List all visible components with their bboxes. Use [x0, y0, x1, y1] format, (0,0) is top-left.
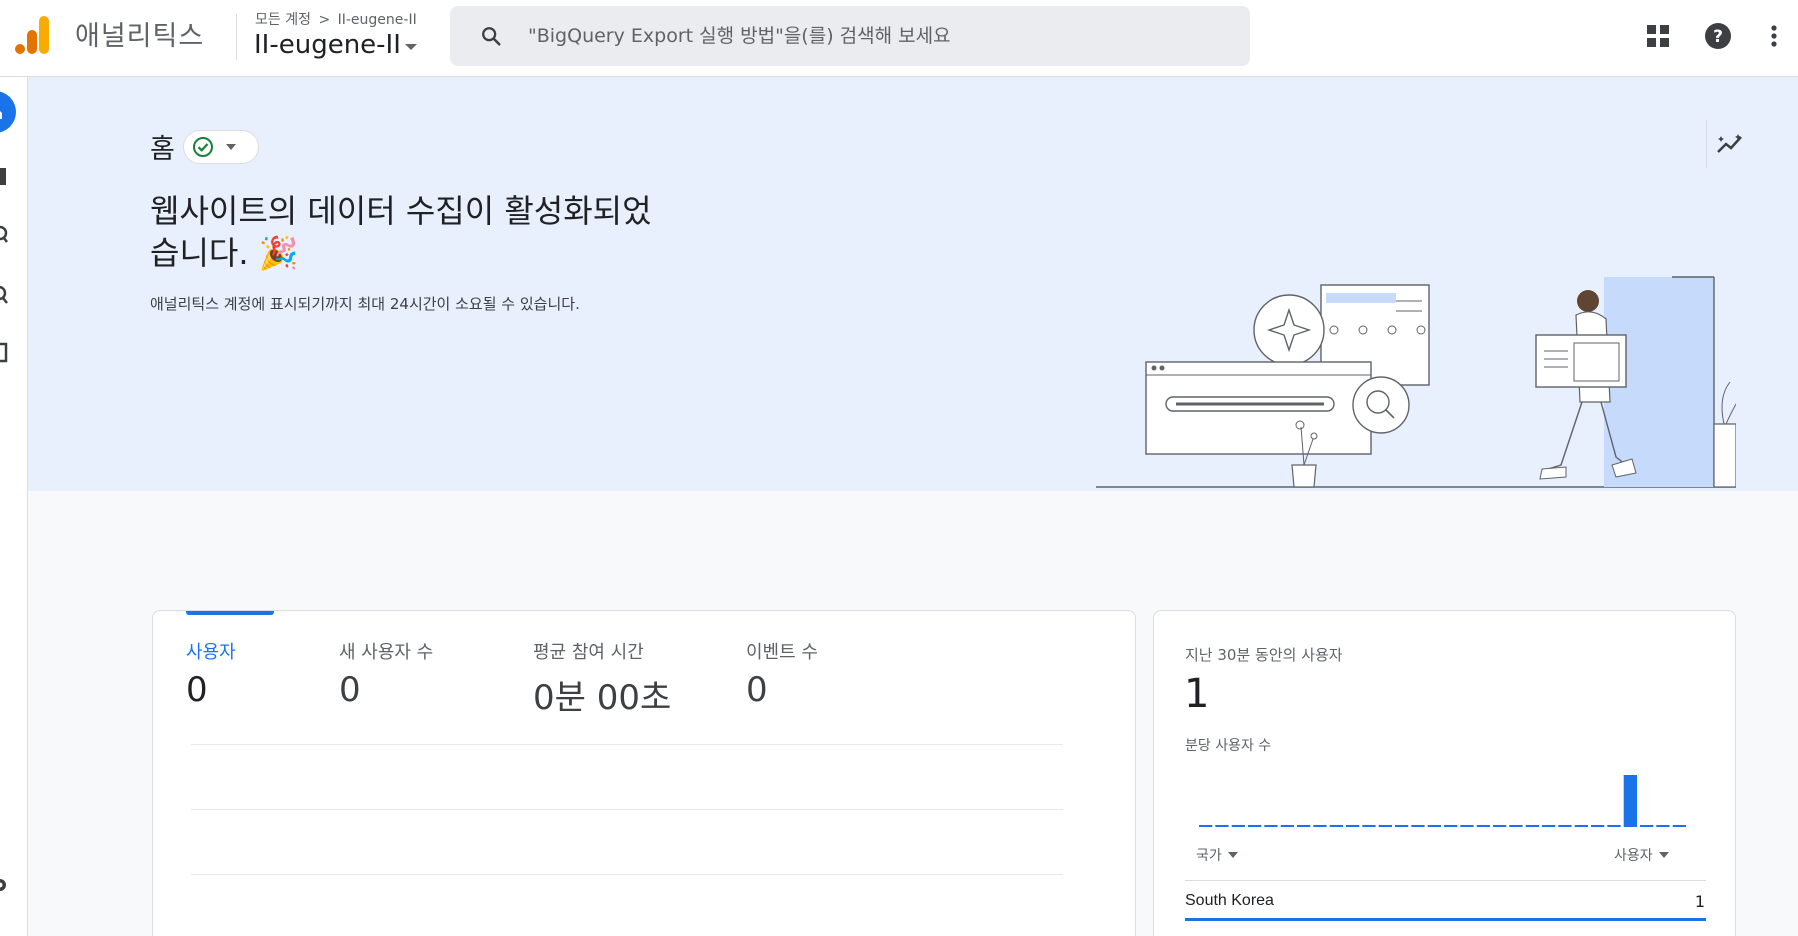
minute-bar — [1607, 825, 1621, 827]
table-divider — [1185, 880, 1706, 881]
table-row-users: 1 — [1694, 892, 1705, 911]
column-label: 사용자 — [1614, 848, 1653, 864]
collection-delay-notice: 애널리틱스 계정에 표시되기까지 최대 24시간이 소요될 수 있습니다. — [150, 295, 580, 313]
metric-value: 0 — [186, 670, 208, 710]
help-icon[interactable]: ? — [1702, 20, 1734, 52]
minute-bar — [1280, 825, 1294, 827]
minute-bar — [1640, 825, 1654, 827]
search-icon — [482, 27, 501, 46]
minute-bar — [1346, 825, 1360, 827]
realtime-card: 지난 30분 동안의 사용자 1 분당 사용자 수 국가 사용자 South K… — [1153, 610, 1736, 936]
metric-label: 새 사용자 수 — [339, 642, 434, 663]
users-per-minute-label: 분당 사용자 수 — [1185, 738, 1272, 754]
minute-bar — [1362, 825, 1376, 827]
advertising-icon[interactable] — [0, 282, 16, 308]
users-column-header[interactable]: 사용자 — [1614, 845, 1669, 865]
minute-bar — [1509, 825, 1523, 827]
minute-bar — [1460, 825, 1474, 827]
minute-bar — [1427, 825, 1441, 827]
top-app-bar: 애널리틱스 모든 계정 > II-eugene-II II-eugene-II … — [0, 0, 1798, 77]
sort-dropdown-icon — [1658, 852, 1669, 858]
table-row-share-bar — [1185, 918, 1706, 921]
minute-bar — [1199, 825, 1213, 827]
minute-bar — [1215, 825, 1229, 827]
collection-active-headline: 웹사이트의 데이터 수집이 활성화되었습니다. 🎉 — [150, 192, 652, 272]
check-circle-icon — [193, 137, 213, 157]
chart-gridline — [191, 874, 1063, 875]
page-title: 홈 — [150, 134, 175, 165]
search-bar[interactable] — [450, 6, 1250, 66]
minute-bar — [1395, 825, 1409, 827]
minute-bar — [1525, 825, 1539, 827]
minute-bar — [1591, 825, 1605, 827]
welcome-illustration — [1096, 276, 1736, 488]
metric-tab-new-users[interactable]: 새 사용자 수 0 — [339, 638, 433, 710]
minute-bar — [1329, 825, 1343, 827]
table-row-country: South Korea — [1185, 892, 1274, 909]
insights-sparkle-icon — [1716, 134, 1742, 153]
sort-dropdown-icon — [1227, 852, 1238, 858]
data-collection-status-chip[interactable] — [183, 130, 259, 164]
overview-card: 사용자 0 새 사용자 수 0 평균 참여 시간 0분 00초 이벤트 수 0 — [152, 610, 1136, 936]
header-divider — [236, 14, 237, 60]
left-nav-rail — [0, 77, 28, 936]
minute-bar — [1542, 825, 1556, 827]
minute-bar — [1378, 825, 1392, 827]
minute-bar — [1623, 775, 1637, 827]
admin-gear-icon[interactable] — [0, 872, 16, 898]
metric-label: 평균 참여 시간 — [533, 642, 644, 663]
selected-tab-indicator — [186, 611, 274, 615]
breadcrumb-root[interactable]: 모든 계정 — [255, 12, 311, 28]
metric-tab-avg-engagement-time[interactable]: 평균 참여 시간 0분 00초 — [533, 638, 671, 719]
metric-label: 사용자 — [186, 642, 236, 663]
apps-grid-icon[interactable] — [1642, 20, 1674, 52]
minute-bar — [1476, 825, 1490, 827]
metric-value: 0분 00초 — [533, 678, 672, 718]
reports-icon[interactable] — [0, 164, 16, 190]
account-dropdown-icon — [404, 43, 417, 50]
breadcrumb-account[interactable]: II-eugene-II — [338, 12, 417, 28]
more-vert-icon[interactable] — [1758, 20, 1790, 52]
column-label: 국가 — [1196, 848, 1222, 864]
realtime-users-value: 1 — [1184, 671, 1210, 717]
svg-text:?: ? — [1713, 27, 1723, 47]
metric-value: 0 — [339, 670, 361, 710]
realtime-users-label: 지난 30분 동안의 사용자 — [1185, 646, 1343, 664]
minute-bar — [1493, 825, 1507, 827]
minute-bar — [1264, 825, 1278, 827]
minute-bar — [1231, 825, 1245, 827]
minute-bar — [1558, 825, 1572, 827]
minute-bar — [1672, 825, 1686, 827]
account-name: II-eugene-II — [254, 30, 401, 60]
minute-bar — [1656, 825, 1670, 827]
analytics-logo-icon[interactable] — [15, 16, 51, 54]
minute-bar — [1411, 825, 1425, 827]
status-dropdown-icon — [226, 144, 236, 150]
minute-bar — [1444, 825, 1458, 827]
minute-bar — [1248, 825, 1262, 827]
country-column-header[interactable]: 국가 — [1196, 845, 1238, 865]
chart-gridline — [191, 744, 1063, 745]
breadcrumb-separator: > — [318, 12, 331, 28]
account-selector[interactable]: II-eugene-II — [254, 30, 417, 60]
minute-bar — [1313, 825, 1327, 827]
metric-tab-event-count[interactable]: 이벤트 수 0 — [746, 638, 818, 710]
insights-button[interactable] — [1706, 120, 1754, 168]
metric-tab-users[interactable]: 사용자 0 — [186, 638, 236, 710]
explore-icon[interactable] — [0, 222, 16, 248]
app-name: 애널리틱스 — [75, 21, 205, 52]
breadcrumb[interactable]: 모든 계정 > II-eugene-II — [255, 9, 417, 29]
chart-gridline — [191, 809, 1063, 810]
welcome-banner: 홈 웹사이트의 데이터 수집이 활성화되었습니다. 🎉 애널리틱스 계정에 표시… — [28, 77, 1798, 491]
configure-icon[interactable] — [0, 340, 16, 366]
metric-value: 0 — [746, 670, 768, 710]
home-icon[interactable] — [0, 91, 16, 133]
metric-label: 이벤트 수 — [746, 642, 818, 663]
minute-bar — [1297, 825, 1311, 827]
search-input[interactable] — [528, 18, 1228, 54]
minute-bar — [1574, 825, 1588, 827]
users-per-minute-chart — [1199, 775, 1686, 827]
